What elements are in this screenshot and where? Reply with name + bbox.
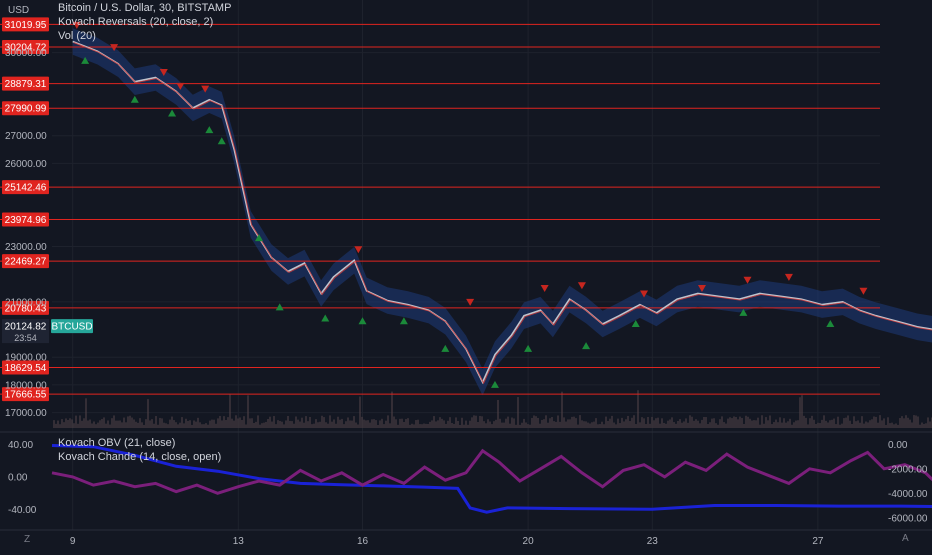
price-tick-0: 30000.00 [5, 48, 47, 59]
price-tick-5: 19000.00 [5, 353, 47, 364]
level-label-5: 23974.96 [5, 215, 47, 226]
sell-signal-7 [540, 285, 549, 292]
price-tick-6: 18000.00 [5, 380, 47, 391]
level-label-3: 27990.99 [5, 104, 47, 115]
time-tick-2: 16 [357, 536, 369, 547]
price-tick-1: 27000.00 [5, 131, 47, 142]
osc-right-tick-1: -2000.00 [888, 464, 928, 475]
osc-left-tick-2: -40.00 [8, 505, 37, 516]
buy-signal-9 [399, 317, 408, 325]
buy-signal-4 [217, 137, 226, 145]
buy-signal-7 [321, 314, 330, 322]
price-tick-7: 17000.00 [5, 408, 47, 419]
indicator-legend-reversals[interactable]: Kovach Reversals (20, close, 2) [58, 16, 213, 28]
buy-signal-2 [168, 109, 177, 117]
time-tick-1: 13 [233, 536, 245, 547]
osc-right-tick-0: 0.00 [888, 440, 908, 451]
osc-left-tick-1: 0.00 [8, 472, 28, 483]
price-tick-2: 26000.00 [5, 159, 47, 170]
osc-right-tick-3: -6000.00 [888, 513, 928, 524]
auto-scale-button[interactable]: A [902, 533, 909, 544]
time-tick-0: 9 [70, 536, 76, 547]
price-tick-3: 23000.00 [5, 242, 47, 253]
level-label-6: 22469.27 [5, 257, 47, 268]
indicator-legend-volume[interactable]: Vol (20) [58, 30, 96, 42]
osc-left-tick-0: 40.00 [8, 440, 33, 451]
level-label-8: 18629.54 [5, 363, 47, 374]
buy-signal-16 [826, 320, 835, 327]
buy-signal-10 [441, 344, 450, 352]
level-label-0: 31019.95 [5, 20, 47, 31]
buy-signal-3 [205, 126, 214, 134]
buy-signal-12 [524, 344, 533, 352]
level-label-2: 28879.31 [5, 79, 47, 90]
level-label-4: 25142.46 [5, 183, 47, 194]
chart-title: Bitcoin / U.S. Dollar, 30, BITSTAMP [58, 2, 232, 14]
sell-signal-8 [577, 282, 586, 290]
time-tick-4: 23 [647, 536, 659, 547]
chart-canvas[interactable]: 31019.9530204.7228879.3127990.9925142.46… [0, 0, 932, 550]
currency-label: USD [8, 5, 30, 16]
buy-signal-13 [582, 342, 591, 350]
indicator-legend-obv[interactable]: Kovach OBV (21, close) [58, 437, 175, 449]
chart-root: 31019.95 30204.72 28879.31 27990.99 25142.46… [0, 0, 932, 550]
buy-signal-6 [275, 303, 284, 311]
bar-countdown-label: 23:54 [14, 333, 37, 343]
sell-signal-13 [859, 287, 868, 295]
osc-right-tick-2: -4000.00 [888, 489, 928, 500]
indicator-legend-chande[interactable]: Kovach Chande (14, close, open) [58, 451, 221, 463]
sell-signal-12 [784, 273, 793, 281]
symbol-badge: BTCUSD [51, 322, 92, 333]
timezone-left[interactable]: Z [24, 534, 30, 545]
time-tick-5: 27 [812, 536, 824, 547]
price-tick-4: 21000.00 [5, 297, 47, 308]
buy-signal-8 [358, 317, 367, 325]
buy-signal-1 [130, 95, 139, 103]
sell-signal-11 [743, 276, 752, 284]
last-price-label: 20124.82 [5, 322, 47, 333]
time-tick-3: 20 [523, 536, 535, 547]
